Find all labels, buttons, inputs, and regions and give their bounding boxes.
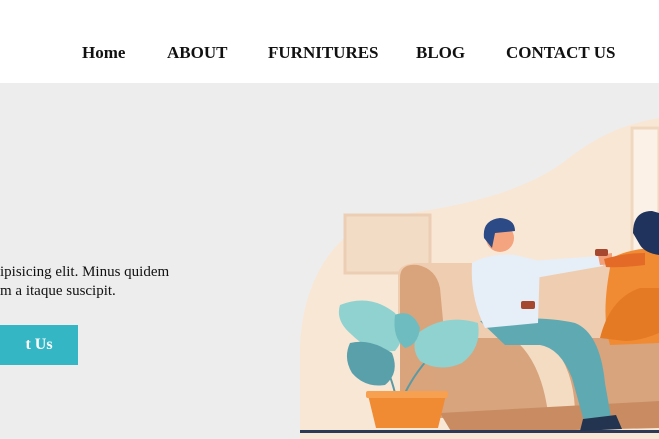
nav-contact-us[interactable]: CONTACT US: [506, 43, 615, 63]
man-cup: [521, 301, 535, 309]
woman-cup: [595, 249, 608, 256]
floor-line: [300, 430, 659, 433]
nav-home[interactable]: Home: [82, 43, 125, 63]
nav-blog[interactable]: BLOG: [416, 43, 465, 63]
man-torso: [471, 254, 540, 328]
navbar: Home ABOUT FURNITURES BLOG CONTACT US: [0, 0, 659, 83]
hero-section: ipisicing elit. Minus quidem m a itaque …: [0, 83, 659, 439]
nav-about[interactable]: ABOUT: [167, 43, 227, 63]
plant-pot-rim: [366, 391, 448, 398]
living-room-illustration: [300, 118, 659, 439]
nav-furnitures[interactable]: FURNITURES: [268, 43, 379, 63]
plant-pot: [368, 395, 446, 428]
